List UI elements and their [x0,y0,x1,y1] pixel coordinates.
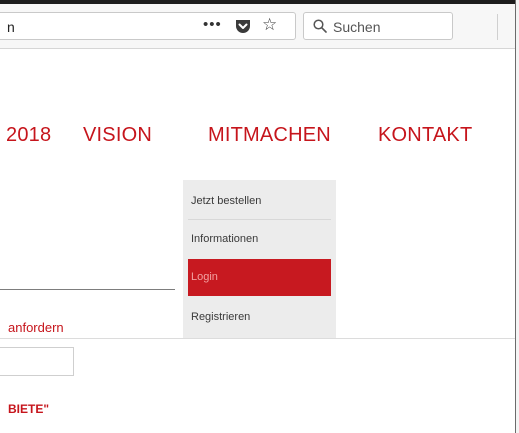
search-input[interactable]: Suchen [303,12,453,40]
request-link[interactable]: anfordern [8,320,64,335]
browser-toolbar: n ••• ☆ Suchen [0,4,515,49]
url-bar[interactable]: n ••• ☆ [0,12,296,40]
nav-item-2018[interactable]: 2018 [6,124,51,147]
dropdown-item-informationen[interactable]: Informationen [188,221,331,258]
pocket-icon[interactable] [235,19,251,34]
dropdown-item-registrieren[interactable]: Registrieren [188,299,331,336]
dropdown-item-jetzt-bestellen[interactable]: Jetzt bestellen [188,183,331,220]
bookmark-star-icon[interactable]: ☆ [262,15,277,35]
search-placeholder: Suchen [333,19,381,35]
more-actions-icon[interactable]: ••• [203,16,222,33]
search-icon [313,19,327,33]
dropdown-item-login[interactable]: Login [188,259,331,296]
url-text: n [7,19,15,35]
toolbar-divider [497,14,498,40]
nav-item-mitmachen[interactable]: MITMACHEN [208,124,331,147]
nav-item-kontakt[interactable]: KONTAKT [378,124,472,147]
divider-line [0,289,175,290]
text-input-field[interactable] [0,347,74,376]
section-divider [0,338,515,339]
section-heading: BIETE" [8,402,50,416]
browser-window: n ••• ☆ Suchen 2018 VISION MITMACHEN KON… [0,0,515,433]
nav-item-vision[interactable]: VISION [83,124,152,147]
mitmachen-dropdown-menu: Jetzt bestellen Informationen Login Regi… [183,180,336,338]
